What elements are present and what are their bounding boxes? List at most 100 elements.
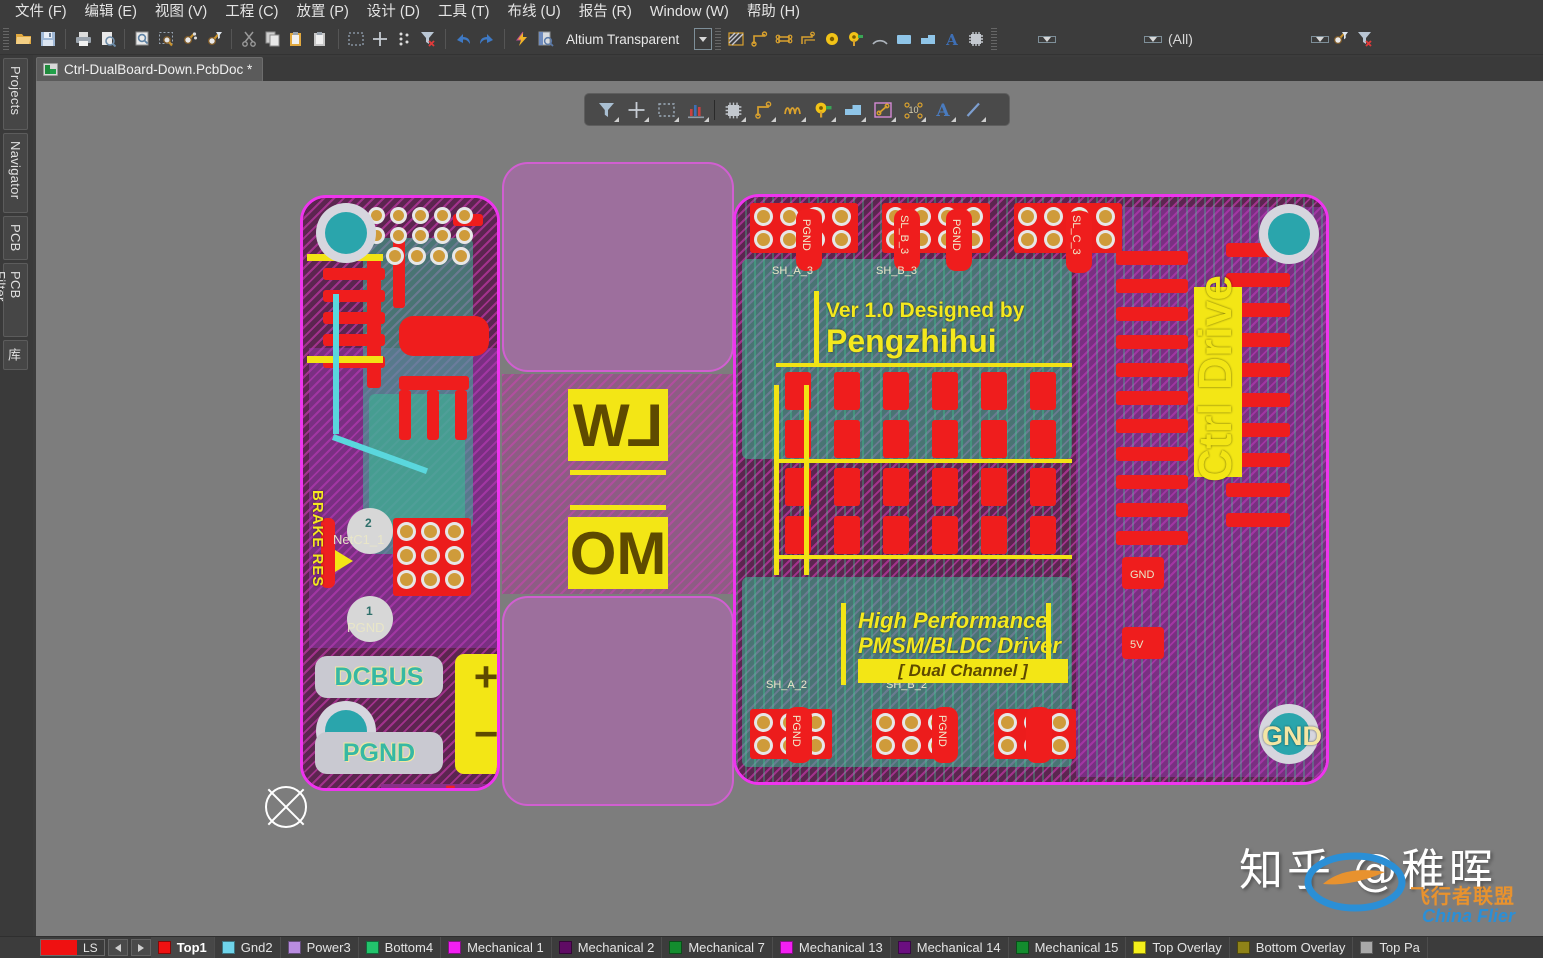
layer-prev-button[interactable]	[107, 939, 128, 956]
cut-icon[interactable]	[237, 27, 261, 51]
rail-tab-navigator[interactable]: Navigator	[3, 133, 28, 213]
align-icon[interactable]	[392, 27, 416, 51]
print-preview-icon[interactable]	[95, 27, 119, 51]
menu-tools[interactable]: 工具 (T)	[429, 1, 499, 23]
via-icon[interactable]	[808, 96, 838, 123]
clear-filter-2-icon[interactable]	[1353, 27, 1377, 51]
silk-label-dcbus-text: DCBUS	[334, 662, 424, 691]
serpentine-icon[interactable]	[778, 96, 808, 123]
route-multiple-icon[interactable]	[796, 27, 820, 51]
zoom-filter-icon[interactable]	[202, 27, 226, 51]
zoom-document-icon[interactable]	[130, 27, 154, 51]
dimension-icon[interactable]: 10	[898, 96, 928, 123]
layer-tab-top-overlay[interactable]: Top Overlay	[1126, 937, 1230, 958]
silk-logo-ctrl: Ctrl	[381, 784, 497, 789]
filter-icon[interactable]	[591, 96, 621, 123]
place-arc-icon[interactable]	[868, 27, 892, 51]
place-region-icon[interactable]	[916, 27, 940, 51]
crosshair-icon[interactable]	[621, 96, 651, 123]
menu-place[interactable]: 放置 (P)	[287, 1, 357, 23]
menu-reports[interactable]: 报告 (R)	[570, 1, 641, 23]
rail-tab-pcb-filter[interactable]: PCB Filter	[0, 263, 28, 337]
pcb-board-artwork[interactable]: LW MO 2 1 NetC1_1 PGND BRAKE RES DCBUS P…	[36, 81, 1543, 936]
layer-tab-mechanical-2[interactable]: Mechanical 2	[552, 937, 663, 958]
clear-filter-icon[interactable]	[416, 27, 440, 51]
layer-tab-gnd2[interactable]: Gnd2	[215, 937, 281, 958]
menu-design[interactable]: 设计 (D)	[358, 1, 429, 23]
component-icon[interactable]	[718, 96, 748, 123]
line-icon[interactable]	[958, 96, 988, 123]
cross-probe-icon[interactable]	[510, 27, 534, 51]
copy-icon[interactable]	[261, 27, 285, 51]
differential-pair-icon[interactable]	[772, 27, 796, 51]
pcb-right-section[interactable]: PGND SL_B_3 PGND SL_C_3 SH_A_3 SH_B_3 GN…	[733, 194, 1329, 785]
select-area-icon[interactable]	[344, 27, 368, 51]
region-icon[interactable]	[868, 96, 898, 123]
magnify-filter-icon[interactable]	[1329, 27, 1353, 51]
layer-tab-mechanical-14[interactable]: Mechanical 14	[891, 937, 1009, 958]
paste-special-icon[interactable]	[309, 27, 333, 51]
layer-next-button[interactable]	[130, 939, 151, 956]
toolbar-grip[interactable]	[715, 28, 721, 50]
polygon-pour-icon[interactable]	[724, 27, 748, 51]
print-icon[interactable]	[71, 27, 95, 51]
rail-tab-pcb[interactable]: PCB	[3, 216, 28, 260]
menu-project[interactable]: 工程 (C)	[216, 1, 287, 23]
rail-tab-library[interactable]: 库	[3, 340, 28, 370]
undo-icon[interactable]	[451, 27, 475, 51]
fill-icon[interactable]	[838, 96, 868, 123]
filter-scope-value: (All)	[1168, 31, 1193, 47]
menu-route[interactable]: 布线 (U)	[499, 1, 570, 23]
menu-help[interactable]: 帮助 (H)	[738, 1, 809, 23]
theme-combo[interactable]: Altium Transparent	[562, 28, 712, 50]
paste-icon[interactable]	[285, 27, 309, 51]
silk-label-pgnd-text: PGND	[342, 738, 416, 767]
menu-edit[interactable]: 编辑 (E)	[76, 1, 146, 23]
layer-tab-mechanical-13[interactable]: Mechanical 13	[773, 937, 891, 958]
toolbar-grip[interactable]	[991, 28, 997, 50]
route-interactive-icon[interactable]	[748, 27, 772, 51]
move-icon[interactable]	[368, 27, 392, 51]
zoom-select-icon[interactable]	[178, 27, 202, 51]
pcb-canvas[interactable]: 10 A LW MO 2 1 NetC1_1 PGND BRAKE RES DC…	[36, 81, 1543, 936]
rail-tab-projects[interactable]: Projects	[3, 58, 28, 130]
save-icon[interactable]	[36, 27, 60, 51]
designator-pad	[1026, 707, 1052, 763]
document-tab-pcbdoc[interactable]: Ctrl-DualBoard-Down.PcbDoc *	[36, 57, 264, 81]
layer-tab-top-paste[interactable]: Top Pa	[1353, 937, 1428, 958]
redo-icon[interactable]	[475, 27, 499, 51]
chevron-down-icon[interactable]	[694, 28, 712, 50]
layer-stack-icon[interactable]	[681, 96, 711, 123]
layer-tab-bottom-overlay[interactable]: Bottom Overlay	[1230, 937, 1354, 958]
place-component-icon[interactable]	[964, 27, 988, 51]
toolbar-grip[interactable]	[3, 28, 9, 50]
pad-grid-top	[367, 206, 477, 246]
layer-set-chip[interactable]: LS	[40, 939, 105, 956]
layer-tab-mechanical-1[interactable]: Mechanical 1	[441, 937, 552, 958]
text-icon[interactable]: A	[928, 96, 958, 123]
place-fill-icon[interactable]	[892, 27, 916, 51]
open-folder-icon[interactable]	[12, 27, 36, 51]
browse-component-icon[interactable]	[534, 27, 558, 51]
zoom-area-icon[interactable]	[154, 27, 178, 51]
filter-dropdown-arrow-icon[interactable]	[1310, 35, 1329, 43]
menu-view[interactable]: 视图 (V)	[146, 1, 216, 23]
layer-tab-mechanical-7[interactable]: Mechanical 7	[662, 937, 773, 958]
silk-trace-vert	[804, 385, 809, 575]
place-via-icon[interactable]	[820, 27, 844, 51]
place-pad-icon[interactable]	[844, 27, 868, 51]
copper-fill	[367, 258, 381, 388]
filter-scope-dropdown[interactable]	[1144, 35, 1162, 43]
layer-tab-bottom4[interactable]: Bottom4	[359, 937, 442, 958]
layer-tab-mechanical-15[interactable]: Mechanical 15	[1009, 937, 1127, 958]
place-string-icon[interactable]: A	[940, 27, 964, 51]
menu-file[interactable]: 文件 (F)	[6, 1, 76, 23]
select-rect-icon[interactable]	[651, 96, 681, 123]
dropdown-arrow-icon-1[interactable]	[1038, 35, 1056, 43]
svg-text:10: 10	[908, 105, 918, 115]
pcb-left-section[interactable]: 2 1 NetC1_1 PGND BRAKE RES DCBUS PGND + …	[300, 195, 500, 791]
route-trace-icon[interactable]	[748, 96, 778, 123]
layer-tab-power3[interactable]: Power3	[281, 937, 359, 958]
menu-window[interactable]: Window (W)	[641, 1, 738, 23]
layer-tab-top1[interactable]: Top1	[150, 937, 215, 958]
